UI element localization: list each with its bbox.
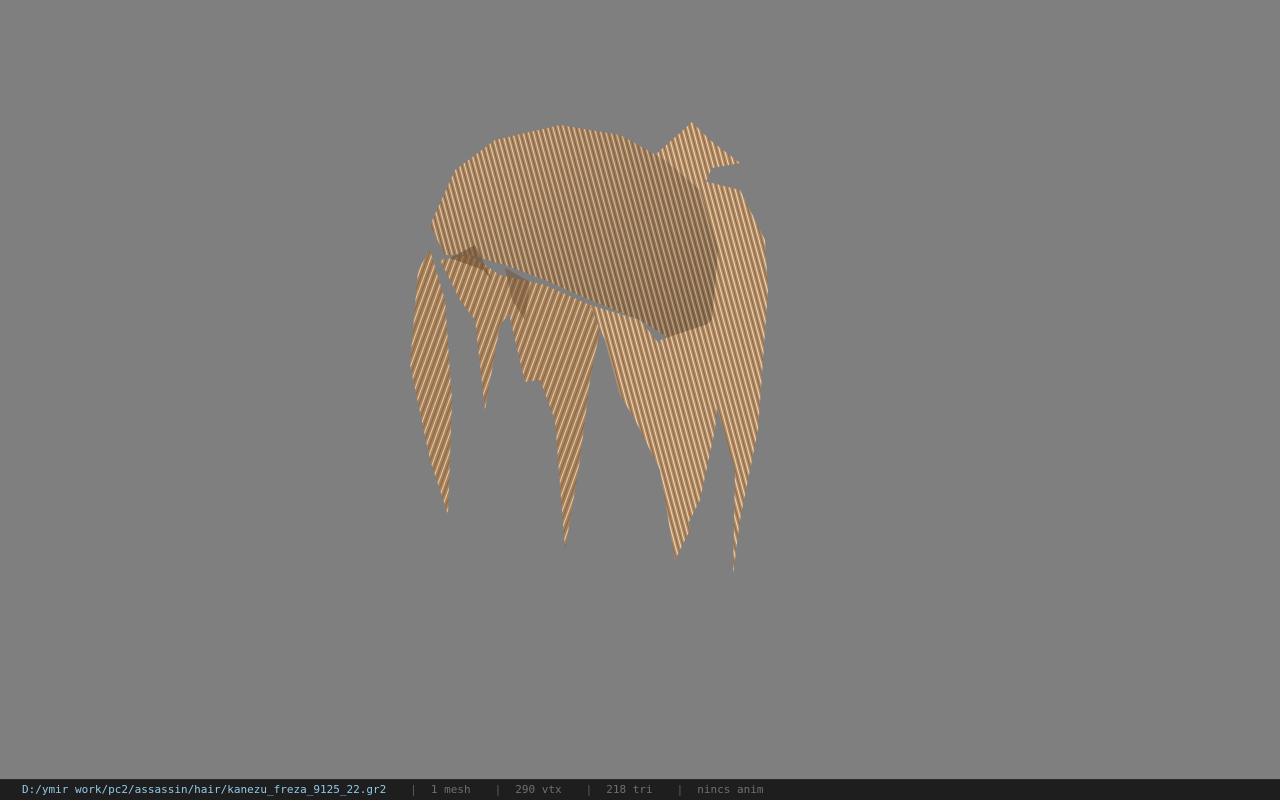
hair-lock-left [410, 250, 452, 515]
separator: | [676, 783, 684, 796]
separator: | [494, 783, 502, 796]
hair-fringe-mid [500, 275, 600, 550]
anim-status: nincs anim [697, 783, 764, 796]
triangle-count: 218 tri [606, 783, 653, 796]
3d-viewport[interactable] [0, 0, 1280, 779]
status-bar: D:/ymir work/pc2/assassin/hair/kanezu_fr… [0, 779, 1280, 800]
separator: | [585, 783, 593, 796]
mesh-count: 1 mesh [430, 783, 471, 796]
file-path: D:/ymir work/pc2/assassin/hair/kanezu_fr… [22, 783, 387, 796]
hair-model-render [410, 122, 768, 575]
vertex-count: 290 vtx [515, 783, 562, 796]
separator: | [410, 783, 417, 796]
